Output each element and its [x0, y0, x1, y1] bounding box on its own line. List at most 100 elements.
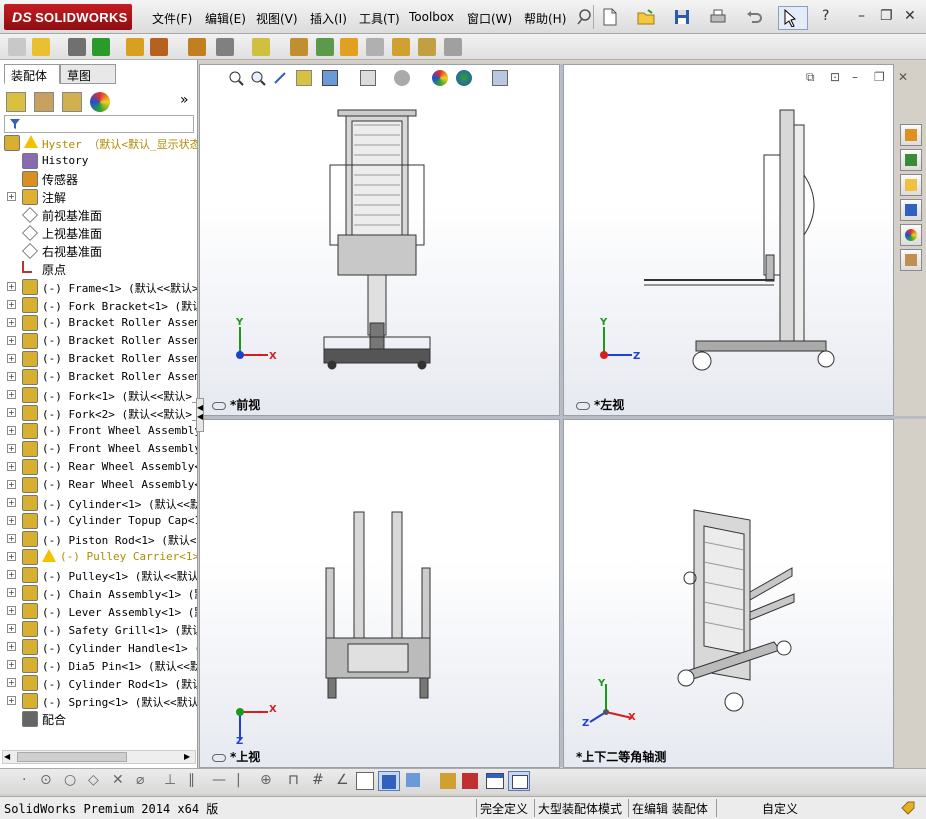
tree-node[interactable]: + (-) Rear Wheel Assembly<2	[0, 476, 197, 494]
tree-node[interactable]: 右视基准面	[0, 242, 197, 260]
expand-toggle-icon[interactable]: +	[7, 498, 16, 507]
expand-toggle-icon[interactable]: +	[7, 660, 16, 669]
expand-toggle-icon[interactable]: +	[7, 300, 16, 309]
link-views-icon[interactable]	[212, 401, 226, 410]
coincident-icon[interactable]: ⊕	[260, 772, 272, 788]
zoom-to-fit-icon[interactable]	[228, 70, 244, 86]
print-icon[interactable]	[708, 7, 728, 27]
tangent-icon[interactable]: ⌀	[136, 772, 144, 788]
restore-button[interactable]: ❐	[880, 8, 893, 24]
expand-toggle-icon[interactable]: +	[7, 282, 16, 291]
viewport-isometric[interactable]: Y X Z *上下二等角轴测	[563, 419, 894, 768]
view-palette-icon[interactable]	[900, 199, 922, 221]
cube-active-button[interactable]	[378, 771, 400, 791]
design-library-icon[interactable]	[900, 149, 922, 171]
expand-toggle-icon[interactable]: +	[7, 678, 16, 687]
tree-node[interactable]: 原点	[0, 260, 197, 278]
tree-node[interactable]: Hyster （默认<默认_显示状态	[0, 134, 197, 152]
shaded-icon[interactable]	[406, 773, 420, 787]
tree-filter-input[interactable]	[4, 115, 194, 133]
open-folder-icon[interactable]	[636, 7, 656, 27]
viewport-top[interactable]: X Z *上视	[199, 419, 560, 768]
tree-node[interactable]: + (-) Cylinder<1> (默认<<默	[0, 494, 197, 512]
assembly-features-icon[interactable]	[216, 38, 234, 56]
close-button[interactable]: ✕	[904, 8, 916, 24]
tree-node[interactable]: + (-) Chain Assembly<1> (默	[0, 584, 197, 602]
menu-toolbox[interactable]: Toolbox	[409, 10, 454, 24]
expand-toggle-icon[interactable]: +	[7, 192, 16, 201]
interference-detection-icon[interactable]	[392, 38, 410, 56]
expand-toggle-icon[interactable]: +	[7, 642, 16, 651]
tree-node[interactable]: + (-) Bracket Roller Assembl	[0, 332, 197, 350]
undo-icon[interactable]	[744, 7, 764, 27]
edit-appearance-icon[interactable]	[432, 70, 448, 86]
tree-node[interactable]: + (-) Fork<2> (默认<<默认>_	[0, 404, 197, 422]
configurationmanager-icon[interactable]	[62, 92, 82, 112]
viewport-splitter-horizontal[interactable]	[199, 416, 926, 419]
horizontal-icon[interactable]: —	[212, 772, 226, 788]
tab-assembly[interactable]: 装配体	[4, 64, 60, 84]
hide-show-items-icon[interactable]	[394, 70, 410, 86]
viewport-restore-icon[interactable]: ❐	[874, 70, 885, 84]
tree-node[interactable]: + (-) Pulley<1> (默认<<默认>	[0, 566, 197, 584]
featuremanager-tree-icon[interactable]	[6, 92, 26, 112]
tree-node[interactable]: + (-) Pulley Carrier<1>	[0, 548, 197, 566]
appearances-scenes-icon[interactable]	[900, 224, 922, 246]
new-motion-study-icon[interactable]	[290, 38, 308, 56]
tree-node[interactable]: + (-) Bracket Roller Assembl	[0, 350, 197, 368]
clearance-verification-icon[interactable]	[418, 38, 436, 56]
status-units-custom[interactable]: 自定义	[762, 800, 798, 817]
viewport-front[interactable]: Y X *前视	[199, 64, 560, 416]
menu-view[interactable]: 视图(V)	[256, 10, 298, 27]
solidworks-logo[interactable]: DS SOLIDWORKS	[4, 4, 132, 30]
expand-toggle-icon[interactable]: +	[7, 588, 16, 597]
menu-file[interactable]: 文件(F)	[152, 10, 192, 27]
perpendicular-icon[interactable]: ⊥	[164, 772, 176, 788]
show-hidden-icon[interactable]	[188, 38, 206, 56]
parallel-icon[interactable]: ∥	[188, 772, 195, 788]
move-component-icon[interactable]	[150, 38, 168, 56]
expand-toggle-icon[interactable]: +	[7, 516, 16, 525]
tag-icon[interactable]	[900, 800, 916, 816]
expand-toggle-icon[interactable]: +	[7, 480, 16, 489]
expand-toggle-icon[interactable]: +	[7, 696, 16, 705]
pin-icon[interactable]	[575, 7, 595, 27]
expand-toggle-icon[interactable]: +	[7, 570, 16, 579]
assembly-icon[interactable]	[440, 773, 456, 789]
vertical-icon[interactable]: |	[236, 772, 241, 788]
expand-toggle-icon[interactable]: +	[7, 318, 16, 327]
viewport-link-icon[interactable]: ⊡	[830, 70, 840, 84]
view-settings-icon[interactable]	[492, 70, 508, 86]
display-style-icon[interactable]	[360, 70, 376, 86]
expand-toggle-icon[interactable]: +	[7, 426, 16, 435]
bill-of-materials-icon[interactable]	[316, 38, 334, 56]
viewport-left[interactable]: Y Z *左视	[563, 64, 894, 416]
tree-node[interactable]: + (-) Cylinder Topup Cap<1>	[0, 512, 197, 530]
tree-node[interactable]: + (-) Dia5 Pin<1> (默认<<默	[0, 656, 197, 674]
menu-edit[interactable]: 编辑(E)	[205, 10, 246, 27]
dimension-icon[interactable]: ⊓	[288, 772, 299, 788]
tree-node[interactable]: + (-) Lever Assembly<1> (默	[0, 602, 197, 620]
tree-node[interactable]: + (-) Fork<1> (默认<<默认>_	[0, 386, 197, 404]
help-button[interactable]: ?	[822, 8, 829, 24]
select-tool-button[interactable]	[778, 6, 808, 30]
minimize-button[interactable]: –	[858, 8, 865, 24]
tree-node[interactable]: + (-) Spring<1> (默认<<默认>	[0, 692, 197, 710]
intersection-icon[interactable]: ✕	[112, 772, 124, 788]
tree-node[interactable]: 前视基准面	[0, 206, 197, 224]
circle-outline-icon[interactable]: ○	[64, 772, 76, 788]
grid-icon[interactable]: #	[312, 772, 324, 788]
apply-scene-icon[interactable]	[456, 70, 472, 86]
tree-node[interactable]: + (-) Safety Grill<1> (默认<	[0, 620, 197, 638]
expand-toggle-icon[interactable]: +	[7, 336, 16, 345]
component-icon[interactable]	[8, 38, 26, 56]
tree-node[interactable]: 上视基准面	[0, 224, 197, 242]
displaymanager-icon[interactable]	[90, 92, 110, 112]
lightweight-icon[interactable]	[462, 773, 478, 789]
collapse-panel-handle[interactable]: ◀ ◀	[196, 398, 204, 432]
expand-toggle-icon[interactable]: +	[7, 534, 16, 543]
viewport-split-icon[interactable]: ⧉	[806, 70, 815, 85]
menu-help[interactable]: 帮助(H)	[524, 10, 566, 27]
tree-node[interactable]: + (-) Cylinder Rod<1> (默认<	[0, 674, 197, 692]
expand-toggle-icon[interactable]: +	[7, 624, 16, 633]
